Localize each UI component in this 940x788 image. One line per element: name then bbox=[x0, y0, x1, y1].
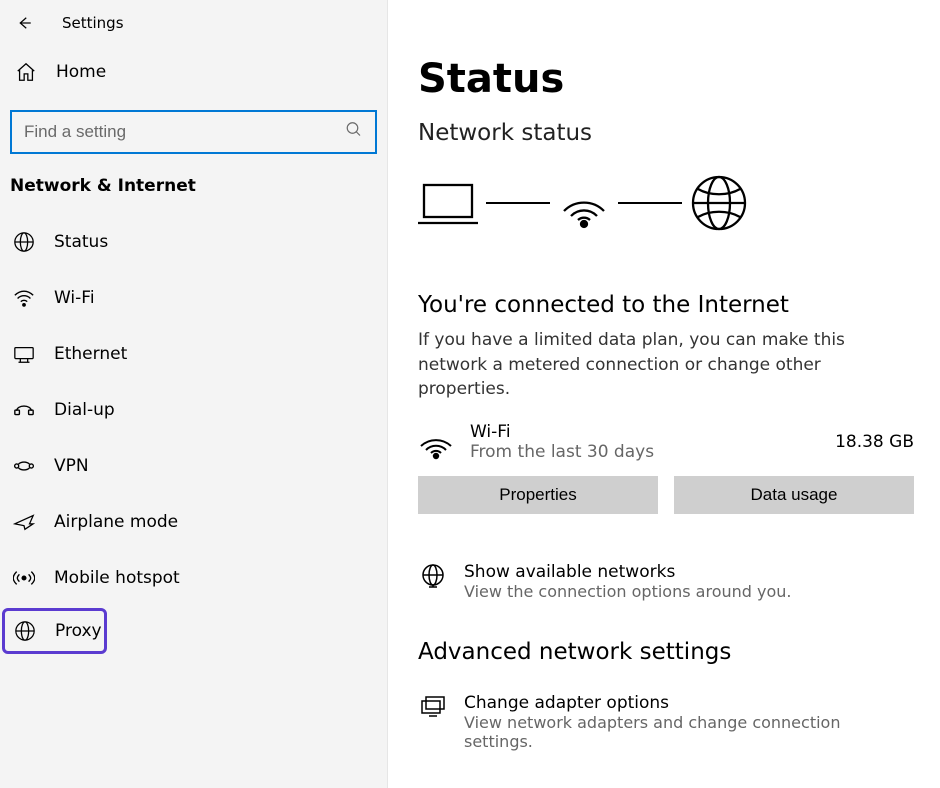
show-networks-title: Show available networks bbox=[464, 562, 791, 582]
topbar-title: Settings bbox=[62, 14, 124, 32]
action-buttons: Properties Data usage bbox=[418, 476, 914, 514]
sidebar-item-label: Status bbox=[54, 232, 108, 252]
hotspot-icon bbox=[12, 566, 36, 590]
show-networks-link[interactable]: Show available networks View the connect… bbox=[418, 562, 914, 601]
topbar: Settings bbox=[0, 0, 387, 46]
connection-line bbox=[486, 202, 550, 204]
globe-icon bbox=[690, 174, 748, 232]
sidebar-item-dialup[interactable]: Dial-up bbox=[0, 382, 387, 438]
connection-name: Wi-Fi bbox=[470, 422, 819, 442]
networks-globe-icon bbox=[418, 562, 448, 592]
wifi-diagram-icon bbox=[558, 177, 610, 229]
section-network-status: Network status bbox=[418, 120, 914, 146]
data-usage-button[interactable]: Data usage bbox=[674, 476, 914, 514]
adapter-title: Change adapter options bbox=[464, 693, 914, 713]
settings-sidebar: Settings Home Network & Internet bbox=[0, 0, 388, 788]
sidebar-item-status[interactable]: Status bbox=[0, 214, 387, 270]
sidebar-item-vpn[interactable]: VPN bbox=[0, 438, 387, 494]
search-input[interactable] bbox=[10, 110, 377, 154]
sidebar-item-label: VPN bbox=[54, 456, 89, 476]
sidebar-item-ethernet[interactable]: Ethernet bbox=[0, 326, 387, 382]
dialup-icon bbox=[12, 398, 36, 422]
home-icon bbox=[14, 60, 38, 84]
search-icon bbox=[345, 121, 363, 144]
wifi-small-icon bbox=[418, 424, 454, 460]
sidebar-item-label: Proxy bbox=[55, 621, 102, 641]
adapter-options-link[interactable]: Change adapter options View network adap… bbox=[418, 693, 914, 751]
sidebar-item-airplane[interactable]: Airplane mode bbox=[0, 494, 387, 550]
sidebar-item-label: Airplane mode bbox=[54, 512, 178, 532]
connected-description: If you have a limited data plan, you can… bbox=[418, 328, 914, 402]
sidebar-item-label: Ethernet bbox=[54, 344, 127, 364]
sidebar-item-label: Wi-Fi bbox=[54, 288, 95, 308]
back-icon[interactable] bbox=[14, 13, 34, 33]
sidebar-item-hotspot[interactable]: Mobile hotspot bbox=[0, 550, 387, 606]
main-panel: Status Network status bbox=[388, 0, 940, 788]
laptop-icon bbox=[418, 179, 478, 227]
nav-list: Status Wi-Fi Eth bbox=[0, 214, 387, 654]
vpn-icon bbox=[12, 454, 36, 478]
adapter-sub: View network adapters and change connect… bbox=[464, 713, 914, 751]
connection-sub: From the last 30 days bbox=[470, 442, 819, 462]
status-icon bbox=[12, 230, 36, 254]
proxy-icon bbox=[13, 619, 37, 643]
sidebar-item-label: Mobile hotspot bbox=[54, 568, 180, 588]
category-title: Network & Internet bbox=[10, 176, 387, 196]
connection-line bbox=[618, 202, 682, 204]
sidebar-home[interactable]: Home bbox=[4, 46, 387, 98]
home-label: Home bbox=[56, 62, 106, 82]
wifi-icon bbox=[12, 286, 36, 310]
connection-usage: 18.38 GB bbox=[835, 432, 914, 452]
show-networks-sub: View the connection options around you. bbox=[464, 582, 791, 601]
airplane-icon bbox=[12, 510, 36, 534]
connected-heading: You're connected to the Internet bbox=[418, 292, 914, 318]
adapter-icon bbox=[418, 693, 448, 723]
sidebar-item-proxy[interactable]: Proxy bbox=[2, 608, 107, 654]
advanced-settings-title: Advanced network settings bbox=[418, 639, 914, 665]
properties-button[interactable]: Properties bbox=[418, 476, 658, 514]
sidebar-item-wifi[interactable]: Wi-Fi bbox=[0, 270, 387, 326]
sidebar-item-label: Dial-up bbox=[54, 400, 115, 420]
ethernet-icon bbox=[12, 342, 36, 366]
connection-row: Wi-Fi From the last 30 days 18.38 GB bbox=[418, 422, 914, 462]
page-title: Status bbox=[418, 56, 914, 102]
search-wrap bbox=[10, 110, 377, 154]
network-diagram bbox=[418, 174, 914, 232]
